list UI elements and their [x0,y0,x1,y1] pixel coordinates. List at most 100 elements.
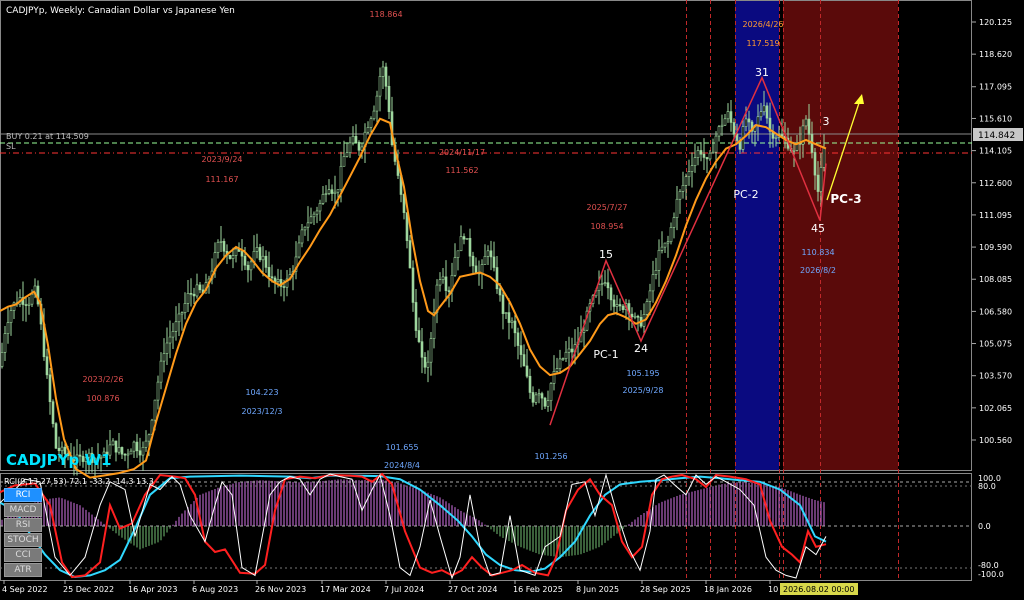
candle-body [444,276,448,291]
candle-body [612,299,616,307]
candle-body [345,152,349,157]
time-tick-label: 16 Apr 2023 [128,585,177,594]
candle-body [822,147,826,168]
candle-body [717,126,721,137]
candle-body [282,286,286,288]
candle-body [462,236,466,240]
candle-body [669,227,673,243]
chart-canvas[interactable]: 120.125 118.620 117.095 115.610 114.105 112.6… [0,0,1024,600]
level-price: 101.655 [385,443,418,452]
level-date: 2026/4/26 [742,20,783,29]
candle-body [600,283,604,285]
candle-body [54,423,58,449]
candle-body [333,191,337,194]
candle-body [423,356,427,368]
price-tick-label: 103.570 [979,372,1012,381]
candle-body [9,310,13,323]
buy-line-label: BUY 0.21 at 114.509 [6,132,89,141]
candle-body [153,399,157,421]
candle-body [384,66,388,87]
indicator-label: RCI(9,13,27,53) 72.1 -33.2 -14.3 13.3 [4,477,154,486]
candle-body [138,450,142,456]
candle-body [309,216,313,224]
candle-body [216,241,220,253]
level-price: 101.256 [534,452,567,461]
candle-body [267,267,271,277]
candle-body [111,440,115,446]
candle-body [708,152,712,160]
level-price: 108.954 [590,222,623,231]
price-tick-label: 105.075 [979,340,1012,349]
level-annotations: 2023/2/26 100.876 2023/9/24 111.167 2023… [82,10,835,470]
candle-body [339,165,343,190]
candle-body [720,124,724,127]
current-price: 114.842 [978,131,1015,141]
cci-button[interactable]: CCI [4,548,42,562]
candle-body [123,453,127,456]
candle-body [222,241,226,252]
chart-title: CADJPYp, Weekly: Canadian Dollar vs Japa… [6,6,235,16]
level-date: 2023/2/26 [82,375,123,384]
candle-body [606,282,610,289]
candle-body [141,446,145,456]
candle-body [687,171,691,178]
candle-body [501,294,505,314]
candle-body [603,282,607,284]
candle-body [498,288,502,296]
candle-body [816,174,820,192]
candle-body [747,118,751,123]
level-date: 2024/8/4 [384,461,420,470]
candle-body [315,210,319,215]
atr-button[interactable]: ATR [4,563,42,577]
candle-body [234,248,238,256]
candle-body [129,450,133,455]
candle-body [675,198,679,218]
candle-body [531,392,535,403]
candle-body [699,150,703,155]
wave-label: 15 [599,248,613,261]
time-tick-label: 7 Jul 2024 [384,585,424,594]
indicator-tick: 80.0 [978,482,996,491]
candle-body [723,118,727,126]
candle-body [558,358,562,369]
candle-body [696,150,700,158]
time-tick-label: 18 Jan 2026 [704,585,752,594]
candle-body [270,276,274,279]
macd-button[interactable]: MACD [4,503,42,517]
candle-body [192,293,196,297]
candle-body [147,434,151,442]
price-tick-label: 118.620 [979,50,1012,59]
price-tick-label: 115.610 [979,114,1012,123]
rsi-button[interactable]: RSI [4,518,42,532]
candle-body [231,255,235,259]
stoch-button[interactable]: STOCH [4,533,42,547]
candle-body [366,127,370,133]
candle-body [609,287,613,301]
symbol-watermark: CADJPYp W1 [6,451,111,469]
candle-body [813,152,817,176]
candle-body [24,304,28,306]
candle-body [648,290,652,302]
candle-body [6,322,10,334]
candle-body [198,284,202,291]
candle-body [570,348,574,353]
candle-body [633,315,637,318]
candle-body [441,276,445,281]
level-date: 2023/9/24 [201,155,242,164]
candle-body [375,95,379,112]
candle-body [459,236,463,252]
indicator-tick: 0.0 [978,522,991,531]
candle-body [438,279,442,286]
candle-body [327,189,331,194]
candle-body [678,191,682,200]
price-tick-label: 108.085 [979,275,1012,284]
rci-button[interactable]: RCI [4,488,42,502]
candle-body [30,293,34,305]
candle-body [174,321,178,332]
candle-body [156,381,160,401]
candle-body [729,111,733,123]
candle-body [411,267,415,303]
candle-body [582,329,586,333]
candle-body [453,257,457,276]
candles-layer [0,60,826,480]
